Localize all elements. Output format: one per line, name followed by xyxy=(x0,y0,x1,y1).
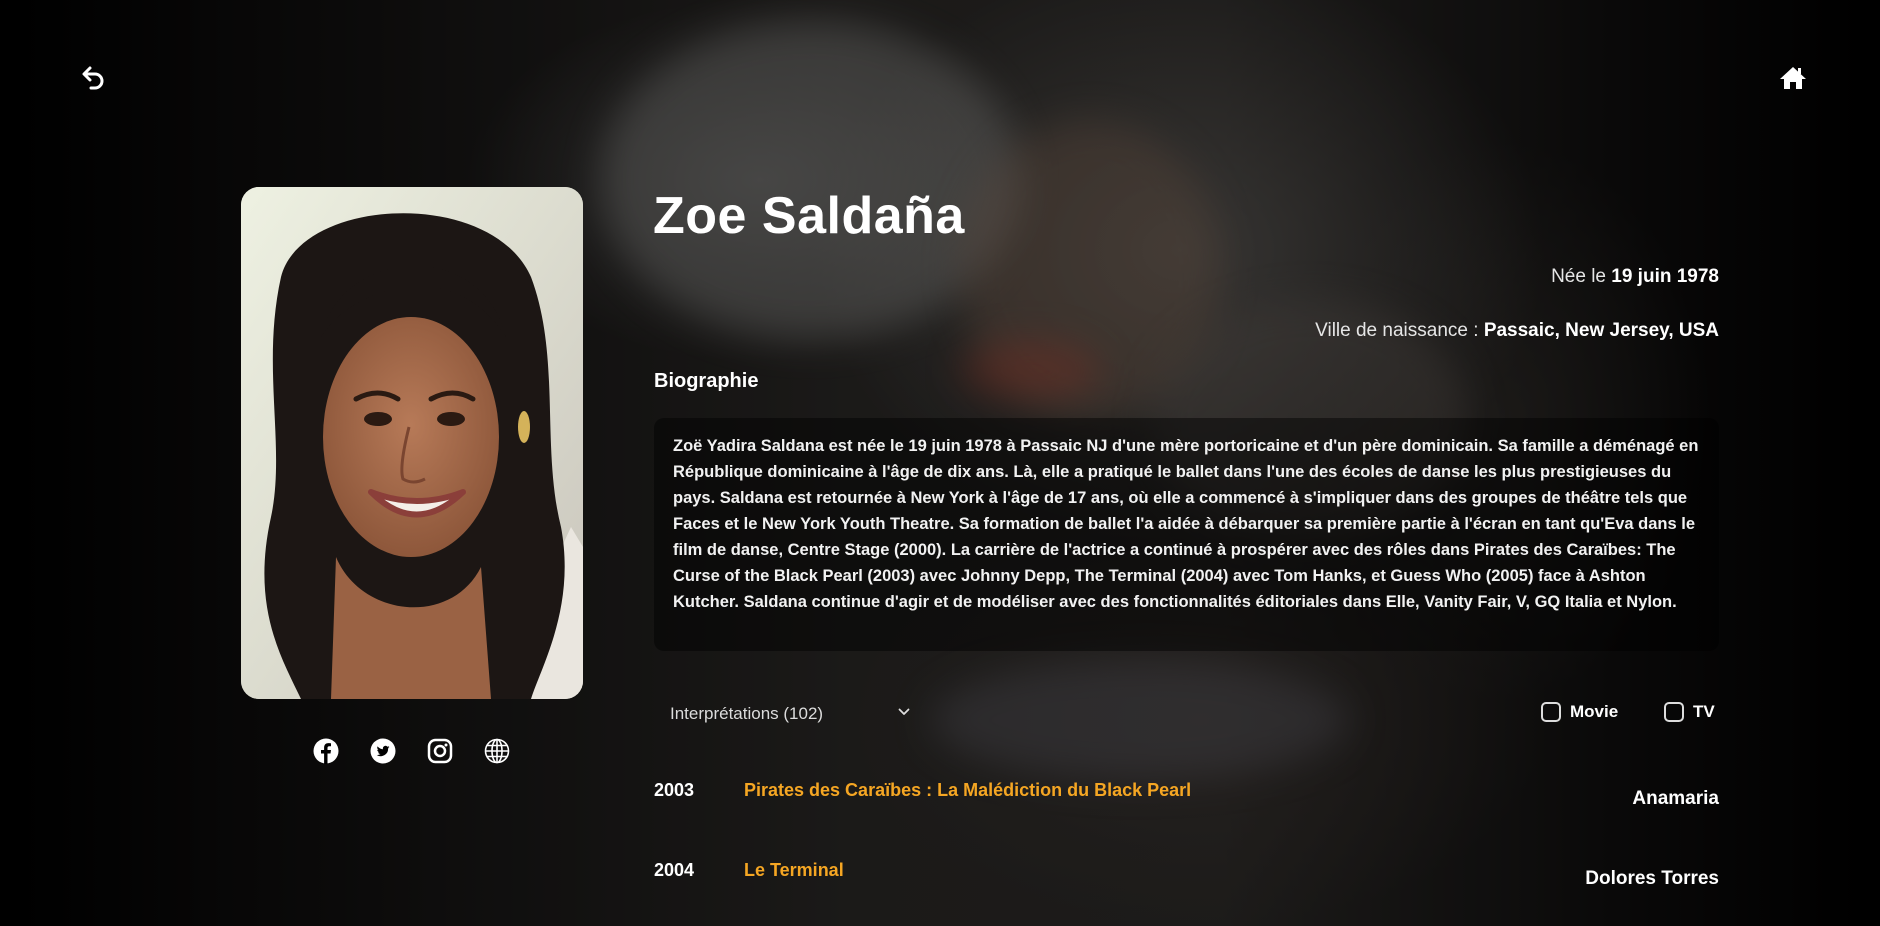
facebook-icon xyxy=(313,738,339,764)
birth-date: Née le 19 juin 1978 xyxy=(1551,266,1719,288)
birth-date-label: Née le xyxy=(1551,266,1606,287)
chevron-down-icon xyxy=(898,708,910,715)
movie-checkbox-label: Movie xyxy=(1570,702,1619,721)
biography-title: Biographie xyxy=(654,370,759,392)
profile-photo xyxy=(241,187,583,699)
credit-character: Dolores Torres xyxy=(1585,868,1719,889)
tv-checkbox[interactable]: TV xyxy=(1664,702,1715,722)
twitter-link[interactable] xyxy=(370,738,396,764)
home-button[interactable] xyxy=(1777,62,1809,94)
instagram-link[interactable] xyxy=(427,738,453,764)
movie-checkbox[interactable]: Movie xyxy=(1541,702,1618,722)
biography-text: Zoë Yadira Saldana est née le 19 juin 19… xyxy=(654,418,1719,651)
credit-title-link[interactable]: Pirates des Caraïbes : La Malédiction du… xyxy=(744,780,1191,801)
credit-title-link[interactable]: Le Terminal xyxy=(744,860,844,881)
movie-checkbox-box[interactable] xyxy=(1541,702,1561,722)
instagram-icon xyxy=(427,738,453,764)
birth-place-label: Ville de naissance : xyxy=(1315,320,1479,341)
credit-row: 2003 Pirates des Caraïbes : La Malédicti… xyxy=(654,780,1719,820)
tv-checkbox-label: TV xyxy=(1693,702,1715,721)
credit-year: 2003 xyxy=(654,780,695,800)
tv-checkbox-box[interactable] xyxy=(1664,702,1684,722)
credits-filter-label: Interprétations (102) xyxy=(670,704,824,723)
undo-arrow-icon xyxy=(82,66,104,90)
birth-place: Ville de naissance : Passaic, New Jersey… xyxy=(1315,320,1719,342)
credit-character: Anamaria xyxy=(1632,788,1719,809)
back-button[interactable] xyxy=(78,62,110,94)
twitter-icon xyxy=(370,738,396,764)
credit-row: 2004 Le Terminal Dolores Torres xyxy=(654,860,1719,900)
home-icon xyxy=(1780,67,1806,89)
website-link[interactable] xyxy=(484,738,510,764)
facebook-link[interactable] xyxy=(313,738,339,764)
person-name: Zoe Saldaña xyxy=(653,187,965,245)
birth-date-value: 19 juin 1978 xyxy=(1611,266,1719,287)
globe-icon xyxy=(484,738,510,764)
social-links xyxy=(313,738,510,764)
birth-place-value: Passaic, New Jersey, USA xyxy=(1483,320,1719,341)
credit-year: 2004 xyxy=(654,860,695,880)
credits-filter-select[interactable]: Interprétations (102) xyxy=(654,699,914,729)
